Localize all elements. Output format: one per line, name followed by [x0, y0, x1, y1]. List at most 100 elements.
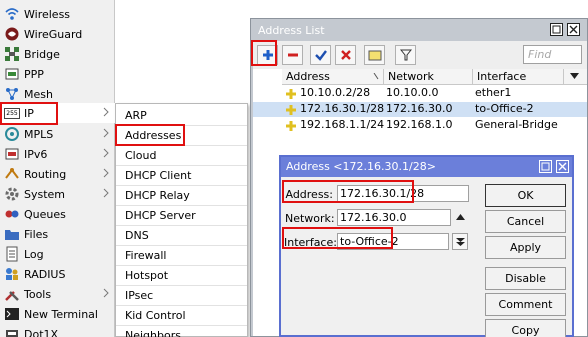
sidebar-item-dot1x[interactable]: Dot1X — [0, 324, 115, 337]
table-row-selected[interactable]: 172.16.30.1/28 172.16.30.0 to-Office-2 — [253, 102, 587, 117]
dialog-restore-button[interactable] — [539, 160, 552, 173]
disable-button[interactable] — [335, 45, 356, 65]
chevron-right-icon — [103, 288, 109, 298]
network-field[interactable]: 172.16.30.0 — [337, 209, 451, 226]
filter-button[interactable] — [395, 45, 416, 65]
address-plus-icon — [286, 105, 296, 115]
cell-interface: to-Office-2 — [475, 102, 534, 115]
enable-button[interactable] — [310, 45, 331, 65]
submenu-item-hotspot[interactable]: Hotspot — [116, 266, 247, 286]
disable-button[interactable]: Disable — [485, 267, 566, 290]
find-input[interactable]: Find — [523, 45, 582, 64]
filter-icon — [399, 49, 412, 61]
column-menu-button[interactable] — [564, 69, 587, 85]
cell-network: 172.16.30.0 — [386, 102, 453, 115]
triangle-up-icon[interactable] — [456, 214, 465, 220]
submenu-item-neighbors[interactable]: Neighbors — [116, 326, 247, 337]
column-header-address[interactable]: Address — [282, 69, 384, 85]
sidebar-item-label: New Terminal — [24, 307, 98, 321]
cell-interface: General-Bridge — [475, 118, 558, 131]
cell-address: 192.168.1.1/24 — [300, 118, 385, 131]
submenu-item-dhcp-server[interactable]: DHCP Server — [116, 206, 247, 226]
sidebar-item-label: IP — [24, 106, 34, 120]
table-row[interactable]: 192.168.1.1/24 192.168.1.0 General-Bridg… — [253, 118, 587, 133]
close-button[interactable] — [567, 23, 580, 36]
ppp-icon — [4, 66, 20, 82]
comment-button[interactable]: Comment — [485, 293, 566, 316]
sidebar-item-mpls[interactable]: MPLS — [0, 124, 115, 144]
interface-dropdown-button[interactable] — [452, 233, 468, 250]
column-header-interface[interactable]: Interface — [473, 69, 564, 85]
sidebar-item-bridge[interactable]: Bridge — [0, 44, 115, 64]
mesh-icon — [4, 86, 20, 102]
submenu-item-kid-control[interactable]: Kid Control — [116, 306, 247, 326]
table-row[interactable]: 10.10.0.2/28 10.10.0.0 ether1 — [253, 86, 587, 101]
restore-button[interactable] — [550, 23, 563, 36]
add-button[interactable] — [257, 45, 278, 65]
sidebar-item-label: Dot1X — [24, 327, 59, 337]
interface-label: Interface: — [284, 236, 337, 249]
ip-submenu: ARP Addresses Cloud DHCP Client DHCP Rel… — [115, 103, 248, 337]
submenu-item-dns[interactable]: DNS — [116, 226, 247, 246]
chevron-right-icon — [103, 148, 109, 158]
sidebar-item-label: Wireless — [24, 7, 71, 21]
submenu-item-dhcp-relay[interactable]: DHCP Relay — [116, 186, 247, 206]
sidebar-item-log[interactable]: Log — [0, 244, 115, 264]
submenu-item-cloud[interactable]: Cloud — [116, 146, 247, 166]
sidebar-item-system[interactable]: System — [0, 184, 115, 204]
sidebar-item-tools[interactable]: Tools — [0, 284, 115, 304]
chevron-right-icon — [103, 168, 109, 178]
sidebar-item-label: IPv6 — [24, 147, 48, 161]
comment-button[interactable] — [364, 45, 385, 65]
submenu-item-firewall[interactable]: Firewall — [116, 246, 247, 266]
ipv6-icon — [4, 146, 20, 162]
submenu-item-dhcp-client[interactable]: DHCP Client — [116, 166, 247, 186]
sidebar-item-files[interactable]: Files — [0, 224, 115, 244]
sidebar-item-new-terminal[interactable]: New Terminal — [0, 304, 115, 324]
note-icon — [368, 50, 381, 61]
radius-icon — [4, 266, 20, 282]
check-icon — [314, 50, 327, 61]
dropdown-arrow-icon — [456, 238, 465, 246]
sidebar-item-ip[interactable]: 255 IP — [0, 103, 115, 123]
address-dialog: Address <172.16.30.1/28> Address: 172.16… — [279, 155, 574, 337]
submenu-item-ipsec[interactable]: IPsec — [116, 286, 247, 306]
routing-icon — [4, 166, 20, 182]
sidebar-item-label: Queues — [24, 207, 66, 221]
sidebar-item-queues[interactable]: Queues — [0, 204, 115, 224]
cell-network: 10.10.0.0 — [386, 86, 439, 99]
ip-icon: 255 — [4, 107, 20, 119]
sidebar-item-wireguard[interactable]: WireGuard — [0, 24, 115, 44]
submenu-item-arp[interactable]: ARP — [116, 106, 247, 126]
sidebar-item-ppp[interactable]: PPP — [0, 64, 115, 84]
copy-button[interactable]: Copy — [485, 319, 566, 337]
sidebar-item-mesh[interactable]: Mesh — [0, 84, 115, 104]
cell-address: 172.16.30.1/28 — [300, 102, 385, 115]
dialog-close-button[interactable] — [556, 160, 569, 173]
interface-select[interactable]: to-Office-2 — [337, 233, 449, 250]
toolbar: Find — [253, 41, 587, 69]
cancel-button[interactable]: Cancel — [485, 210, 566, 233]
sidebar-item-label: Log — [24, 247, 44, 261]
chevron-right-icon — [103, 188, 109, 198]
wireguard-icon — [4, 26, 20, 42]
tools-icon — [4, 286, 20, 302]
remove-button[interactable] — [282, 45, 303, 65]
sidebar-item-radius[interactable]: RADIUS — [0, 264, 115, 284]
minus-icon — [287, 53, 298, 57]
address-field[interactable]: 172.16.30.1/28 — [337, 185, 469, 202]
sort-icon — [373, 73, 379, 80]
dialog-title[interactable]: Address <172.16.30.1/28> — [281, 157, 572, 177]
submenu-item-addresses[interactable]: Addresses — [116, 126, 247, 146]
plus-icon — [262, 50, 273, 60]
window-title[interactable]: Address List — [251, 19, 587, 41]
sidebar-item-ipv6[interactable]: IPv6 — [0, 144, 115, 164]
ok-button[interactable]: OK — [485, 184, 566, 207]
sidebar-item-wireless[interactable]: Wireless — [0, 4, 115, 24]
column-header-network[interactable]: Network — [384, 69, 473, 85]
sidebar-item-routing[interactable]: Routing — [0, 164, 115, 184]
dot1x-icon — [4, 326, 20, 337]
cross-icon — [340, 50, 351, 60]
sidebar-item-label: System — [24, 187, 66, 201]
apply-button[interactable]: Apply — [485, 236, 566, 259]
